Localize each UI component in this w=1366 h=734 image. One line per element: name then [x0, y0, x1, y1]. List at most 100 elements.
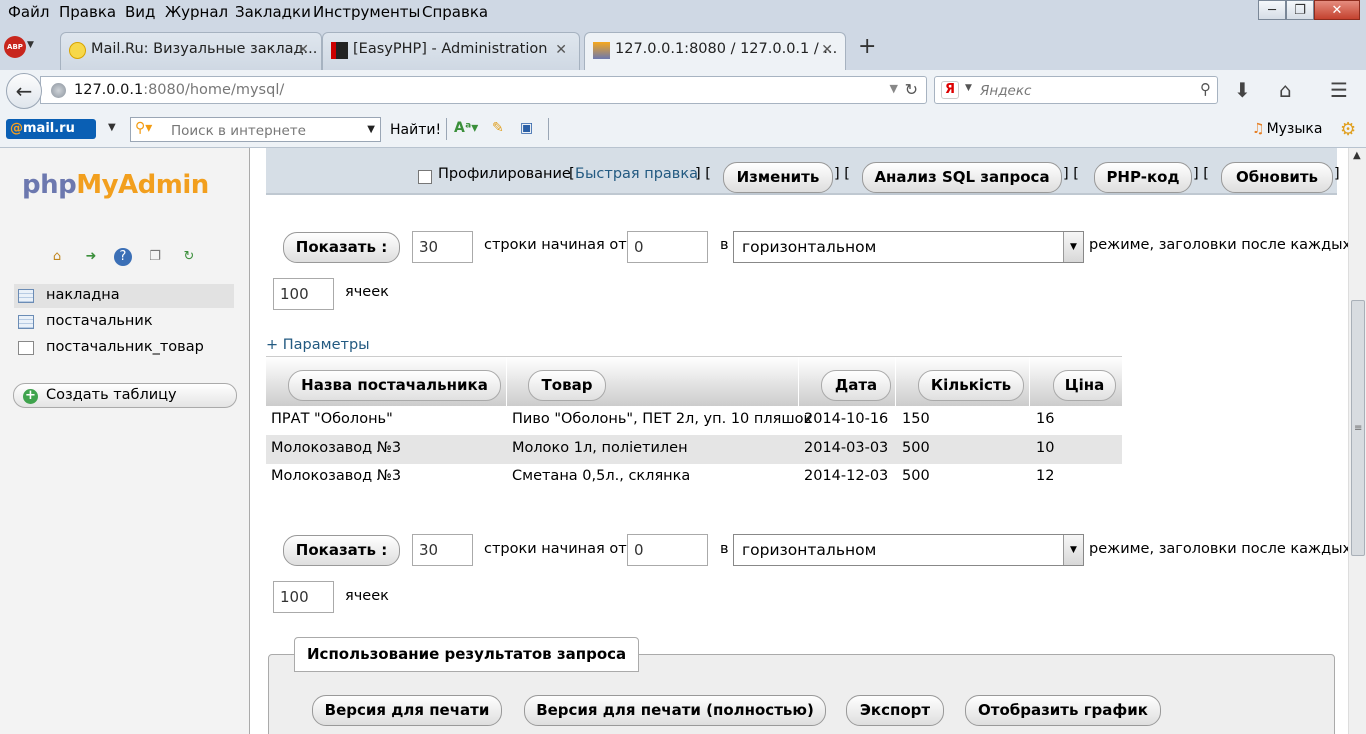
- header-repeat-input[interactable]: 100: [273, 278, 334, 310]
- chevron-down-icon[interactable]: ▼: [367, 124, 375, 135]
- export-button[interactable]: Экспорт: [846, 695, 944, 726]
- font-size-icon[interactable]: Aᵃ▾: [454, 120, 478, 140]
- profiling-checkbox[interactable]: [418, 170, 432, 184]
- window-controls: ─ ❐ ✕: [1258, 0, 1360, 22]
- toolbar-divider: [446, 118, 447, 140]
- tab-easyphp[interactable]: [EasyPHP] - Administration ✕: [322, 32, 580, 70]
- display-chart-button[interactable]: Отобразить график: [965, 695, 1161, 726]
- column-divider: [798, 357, 799, 407]
- menu-view[interactable]: Вид: [125, 3, 155, 21]
- rows-count-input-bottom[interactable]: 30: [412, 534, 473, 566]
- tab-phpmyadmin[interactable]: 127.0.0.1:8080 / 127.0.0.1 / ... ✕: [584, 32, 846, 72]
- search-icon: ⚲▾: [135, 120, 153, 136]
- column-header-quantity[interactable]: Кількість: [918, 370, 1024, 401]
- engine-dropdown-icon[interactable]: ▼: [965, 83, 972, 93]
- edit-button[interactable]: Изменить: [723, 162, 833, 193]
- highlighter-icon[interactable]: ✎: [492, 120, 504, 140]
- print-view-button[interactable]: Версия для печати: [312, 695, 502, 726]
- adblock-dropdown-icon[interactable]: ▼: [27, 40, 34, 50]
- phpmyadmin-logo[interactable]: phpMyAdmin: [22, 170, 209, 200]
- explain-sql-button[interactable]: Анализ SQL запроса: [862, 162, 1062, 193]
- scroll-up-icon[interactable]: ▲: [1353, 150, 1361, 161]
- rows-count-input[interactable]: 30: [412, 231, 473, 263]
- close-window-button[interactable]: ✕: [1314, 0, 1360, 20]
- query-action-bar: Профилирование [ Быстрая правка ] [ Изме…: [266, 148, 1340, 195]
- search-bar[interactable]: Я ▼ Яндекс ⚲: [934, 76, 1218, 104]
- maximize-button[interactable]: ❐: [1286, 0, 1314, 20]
- mailru-dropdown-icon[interactable]: ▼: [108, 122, 116, 133]
- nav-table-postachalnyk-tovar[interactable]: постачальник_товар: [14, 336, 234, 360]
- table-row[interactable]: ПРАТ "Оболонь" Пиво "Оболонь", ПЕТ 2л, у…: [266, 406, 1122, 435]
- start-label: строки начиная от: [484, 541, 627, 557]
- start-row-input[interactable]: 0: [627, 231, 708, 263]
- menu-history[interactable]: Журнал: [165, 3, 228, 21]
- column-header-price[interactable]: Ціна: [1053, 370, 1116, 401]
- gear-icon[interactable]: ⚙: [1340, 119, 1356, 140]
- show-button[interactable]: Показать :: [283, 232, 400, 263]
- back-button[interactable]: ←: [6, 73, 42, 109]
- column-header-product[interactable]: Товар: [528, 370, 606, 401]
- table-row[interactable]: Молокозавод №3 Молоко 1л, поліетилен 201…: [266, 435, 1122, 464]
- address-text[interactable]: 127.0.0.1:8080/home/mysql/: [74, 82, 284, 98]
- internet-search-input[interactable]: ⚲▾ Поиск в интернете ▼: [130, 117, 381, 142]
- plus-icon: +: [23, 389, 38, 404]
- back-arrow-icon: ←: [15, 79, 33, 103]
- profiling-label: Профилирование: [438, 166, 571, 182]
- cells-label: ячеек: [345, 588, 389, 604]
- tab-strip: ABP ▼ Mail.Ru: Визуальные заклад... ✕ [E…: [0, 26, 1366, 72]
- exit-icon[interactable]: ➜: [82, 248, 100, 266]
- chevron-down-icon: ▼: [1063, 232, 1083, 262]
- show-button-bottom[interactable]: Показать :: [283, 535, 400, 566]
- nav-table-postachalnyk[interactable]: постачальник: [14, 310, 234, 334]
- close-tab-icon[interactable]: ✕: [821, 42, 833, 58]
- display-mode-value: горизонтальном: [742, 541, 877, 559]
- music-button[interactable]: Музыка: [1252, 121, 1323, 137]
- new-tab-icon[interactable]: +: [858, 34, 876, 59]
- display-mode-select[interactable]: горизонтальном ▼: [733, 231, 1084, 263]
- history-dropdown-icon[interactable]: ▼: [890, 82, 898, 95]
- yandex-icon[interactable]: Я: [941, 81, 959, 99]
- start-label: строки начиная от: [484, 237, 627, 253]
- home-icon[interactable]: ⌂: [48, 248, 66, 266]
- menu-tools[interactable]: Инструменты: [313, 3, 420, 21]
- header-repeat-input-bottom[interactable]: 100: [273, 581, 334, 613]
- tab-mailru[interactable]: Mail.Ru: Визуальные заклад... ✕: [60, 32, 322, 70]
- display-mode-select-bottom[interactable]: горизонтальном ▼: [733, 534, 1084, 566]
- print-view-full-button[interactable]: Версия для печати (полностью): [524, 695, 826, 726]
- menu-file[interactable]: Файл: [8, 3, 49, 21]
- menu-bookmarks[interactable]: Закладки: [235, 3, 311, 21]
- reload-icon[interactable]: ↻: [180, 248, 198, 266]
- column-header-supplier[interactable]: Назва постачальника: [288, 370, 501, 401]
- create-table-button[interactable]: + Создать таблицу: [13, 383, 237, 408]
- menu-help[interactable]: Справка: [422, 3, 488, 21]
- search-icon[interactable]: ⚲: [1200, 80, 1211, 98]
- vertical-scrollbar[interactable]: ▲ ≡: [1348, 148, 1366, 734]
- help-icon[interactable]: ?: [114, 248, 132, 266]
- mailru-logo[interactable]: @mail.ru: [6, 119, 96, 139]
- table-icon: [18, 315, 34, 329]
- quick-edit-link[interactable]: Быстрая правка: [575, 166, 698, 182]
- menu-edit[interactable]: Правка: [59, 3, 116, 21]
- documentation-icon[interactable]: ❐: [146, 248, 164, 266]
- column-header-date[interactable]: Дата: [821, 370, 891, 401]
- home-icon[interactable]: ⌂: [1279, 78, 1292, 102]
- minimize-button[interactable]: ─: [1258, 0, 1286, 20]
- zoom-icon[interactable]: ▣: [520, 120, 533, 140]
- refresh-button[interactable]: Обновить: [1221, 162, 1333, 193]
- close-tab-icon[interactable]: ✕: [555, 42, 567, 58]
- options-link[interactable]: + Параметры: [266, 337, 370, 353]
- table-name: постачальник_товар: [46, 339, 204, 355]
- address-bar[interactable]: 127.0.0.1:8080/home/mysql/ ▼ ↻: [40, 76, 927, 104]
- menu-icon[interactable]: ☰: [1330, 78, 1348, 102]
- nav-table-nakladna[interactable]: накладна: [14, 284, 234, 308]
- start-row-input-bottom[interactable]: 0: [627, 534, 708, 566]
- close-tab-icon[interactable]: ✕: [297, 42, 309, 58]
- adblock-icon[interactable]: ABP: [4, 36, 26, 58]
- left-navigation: phpMyAdmin ⌂ ➜ ? ❐ ↻ накладна постачальн…: [0, 148, 250, 734]
- cell-supplier: ПРАТ "Оболонь": [271, 411, 393, 427]
- table-row[interactable]: Молокозавод №3 Сметана 0,5л., склянка 20…: [266, 463, 1122, 492]
- reload-icon[interactable]: ↻: [905, 80, 918, 99]
- download-icon[interactable]: ⬇: [1234, 78, 1251, 102]
- find-button[interactable]: Найти!: [390, 122, 441, 138]
- php-code-button[interactable]: PHP-код: [1094, 162, 1192, 193]
